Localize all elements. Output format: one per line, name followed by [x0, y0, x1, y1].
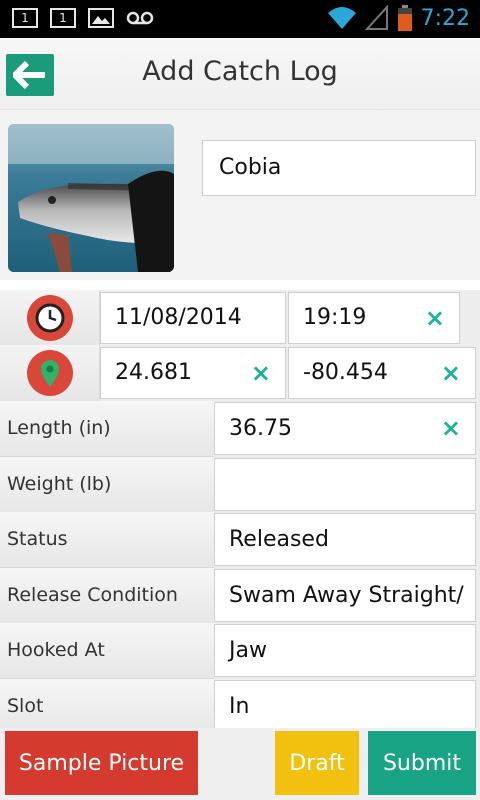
clear-latitude-button[interactable]: ×	[251, 348, 271, 398]
field-row-weight: Weight (lb)	[0, 457, 480, 513]
catch-photo[interactable]	[8, 124, 174, 272]
page-title: Add Catch Log	[142, 56, 338, 87]
location-icon-cell	[0, 345, 100, 401]
field-row-status: Status Released	[0, 512, 480, 568]
field-row-length: Length (in) 36.75 ×	[0, 401, 480, 457]
notification-icons: 1 1	[12, 8, 154, 28]
notification-1-digit: 1	[21, 11, 29, 25]
fish-photo-image	[8, 124, 174, 272]
action-bar: Add Catch Log	[0, 38, 480, 110]
datetime-row: 11/08/2014 19:19 ×	[0, 290, 480, 346]
notification-1-icon: 1	[50, 8, 76, 28]
field-label: Weight (lb)	[0, 457, 214, 513]
clock-icon	[26, 295, 73, 341]
status-field[interactable]: Released	[214, 513, 476, 566]
draft-button[interactable]: Draft	[275, 731, 359, 795]
field-label: Length (in)	[0, 401, 214, 457]
longitude-field[interactable]: -80.454 ×	[288, 347, 476, 399]
status-bar: 1 1 7:22	[0, 0, 480, 38]
location-row: 24.681 × -80.454 ×	[0, 345, 480, 401]
notification-1-icon: 1	[12, 8, 38, 28]
date-value: 11/08/2014	[115, 305, 242, 330]
longitude-value: -80.454	[303, 360, 388, 385]
notification-1-digit: 1	[59, 11, 67, 25]
slot-field[interactable]: In	[214, 680, 476, 733]
map-pin-icon	[26, 350, 73, 396]
latitude-value: 24.681	[115, 360, 192, 385]
release-condition-field[interactable]: Swam Away Straight/	[214, 569, 476, 622]
field-row-hooked-at: Hooked At Jaw	[0, 623, 480, 679]
image-icon	[88, 8, 114, 28]
field-label: Status	[0, 512, 214, 568]
system-icons: 7:22	[327, 4, 470, 32]
species-field[interactable]: Cobia	[202, 140, 476, 196]
date-field[interactable]: 11/08/2014	[100, 292, 286, 344]
field-row-release-condition: Release Condition Swam Away Straight/	[0, 568, 480, 624]
field-label: Hooked At	[0, 623, 214, 679]
length-field[interactable]: 36.75 ×	[214, 402, 476, 455]
bottom-button-bar: Sample Picture Draft Submit	[0, 728, 480, 800]
datetime-icon-cell	[0, 290, 100, 346]
hooked-at-field[interactable]: Jaw	[214, 624, 476, 677]
voicemail-icon	[126, 11, 154, 25]
time-value: 19:19	[303, 305, 367, 330]
clear-length-button[interactable]: ×	[441, 403, 461, 453]
time-field[interactable]: 19:19 ×	[288, 292, 460, 344]
catch-header: Cobia	[0, 110, 480, 280]
signal-icon	[364, 5, 388, 30]
clear-time-button[interactable]: ×	[425, 293, 445, 343]
weight-field[interactable]	[214, 458, 476, 511]
battery-icon	[397, 5, 412, 31]
submit-button[interactable]: Submit	[368, 731, 476, 795]
wifi-icon	[327, 7, 356, 29]
length-value: 36.75	[229, 416, 292, 441]
sample-picture-button[interactable]: Sample Picture	[5, 731, 198, 795]
field-label: Release Condition	[0, 568, 214, 624]
field-label: Slot	[0, 679, 214, 735]
clock-time: 7:22	[420, 5, 470, 31]
clear-longitude-button[interactable]: ×	[441, 348, 461, 398]
latitude-field[interactable]: 24.681 ×	[100, 347, 286, 399]
field-row-slot: Slot In	[0, 679, 480, 735]
